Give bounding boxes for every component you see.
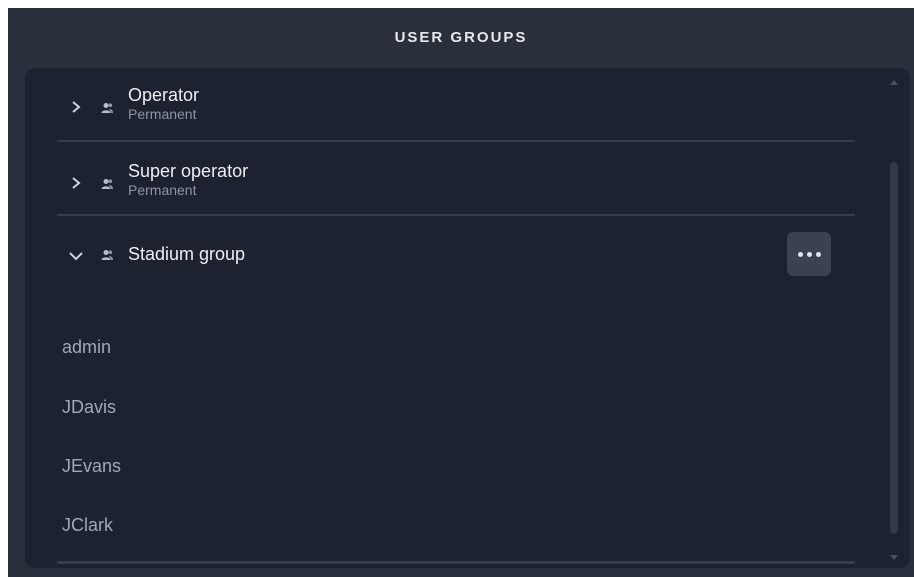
user-groups-panel: Operator Permanent Super operator Perman… [25,68,910,568]
chevron-right-icon[interactable] [69,176,83,190]
group-name-operator: Operator [128,85,200,105]
more-horizontal-icon [796,251,823,257]
chevron-down-icon[interactable] [69,249,83,263]
scrollbar-thumb[interactable] [890,162,898,534]
group-name-stadium-group: Stadium group [128,244,246,264]
scroll-down-icon[interactable] [887,550,901,560]
scroll-up-icon[interactable] [887,74,901,85]
scrollbar[interactable] [887,74,901,562]
header: USER GROUPS [8,8,914,66]
group-icon [101,249,113,261]
group-type-operator: Permanent [128,106,197,122]
group-icon [101,102,113,114]
member-item-admin[interactable]: admin [62,337,111,357]
group-icon [101,178,113,190]
member-item-jevans[interactable]: JEvans [62,456,121,476]
group-row-operator[interactable]: Operator Permanent [57,68,855,142]
chevron-right-icon[interactable] [69,100,83,114]
member-item-jdavis[interactable]: JDavis [62,397,116,417]
group-name-super-operator: Super operator [128,161,249,181]
group-row-super-operator[interactable]: Super operator Permanent [57,142,855,216]
more-options-button[interactable] [787,232,831,276]
user-groups-window: USER GROUPS Operator Permanent Super ope… [8,8,914,577]
page-title: USER GROUPS [394,28,528,46]
divider [57,561,855,564]
member-item-jclark[interactable]: JClark [62,515,113,535]
group-type-super-operator: Permanent [128,182,197,198]
